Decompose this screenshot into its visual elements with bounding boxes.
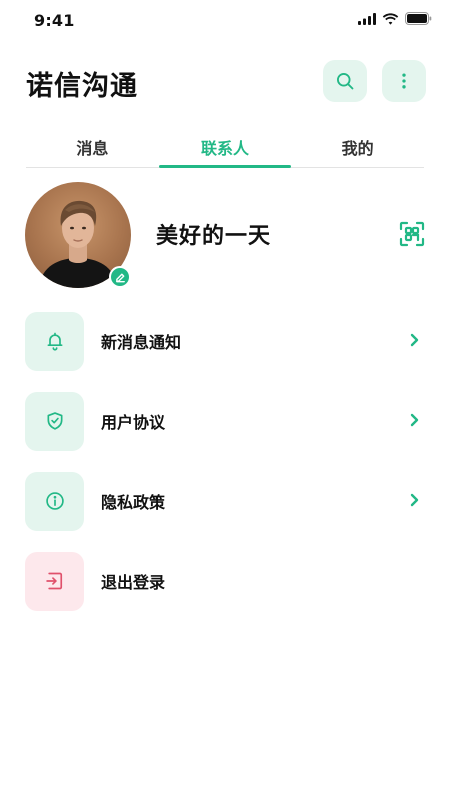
qr-code-icon[interactable] <box>399 221 425 247</box>
settings-menu: 新消息通知 用户协议 隐私政策 退出登录 <box>25 311 425 631</box>
status-bar: 9:41 <box>0 0 450 44</box>
profile-name: 美好的一天 <box>156 224 272 249</box>
menu-label: 用户协议 <box>101 413 166 432</box>
profile-card: 美好的一天 <box>25 182 425 288</box>
chevron-right-icon <box>410 413 419 427</box>
edit-avatar-button[interactable] <box>109 266 131 288</box>
more-vertical-icon <box>402 73 406 89</box>
bell-icon <box>47 332 63 351</box>
logout-icon <box>45 572 62 590</box>
wifi-icon <box>382 12 399 25</box>
battery-icon <box>405 12 432 25</box>
menu-item-logout[interactable]: 退出登录 <box>25 551 425 611</box>
shield-check-icon <box>47 412 63 430</box>
menu-item-user-agreement[interactable]: 用户协议 <box>25 391 425 451</box>
menu-icon-box <box>25 391 84 451</box>
tab-bar: 消息 联系人 我的 <box>26 126 424 168</box>
search-button[interactable] <box>323 60 367 102</box>
pencil-icon <box>115 273 125 282</box>
menu-icon-box <box>25 471 84 531</box>
menu-icon-box <box>25 311 84 371</box>
menu-label: 退出登录 <box>101 573 166 592</box>
cellular-signal-icon <box>358 12 376 25</box>
menu-label: 新消息通知 <box>101 333 182 352</box>
tab-contacts[interactable]: 联系人 <box>158 126 292 168</box>
menu-label: 隐私政策 <box>101 493 166 512</box>
chevron-right-icon <box>410 333 419 347</box>
page-title: 诺信沟通 <box>26 71 138 102</box>
menu-item-notifications[interactable]: 新消息通知 <box>25 311 425 371</box>
status-time: 9:41 <box>34 11 75 30</box>
tab-mine[interactable]: 我的 <box>291 126 424 167</box>
info-circle-icon <box>45 492 64 510</box>
more-button[interactable] <box>382 60 426 102</box>
search-icon <box>337 73 354 90</box>
menu-item-privacy-policy[interactable]: 隐私政策 <box>25 471 425 531</box>
menu-icon-box <box>25 551 84 611</box>
status-icons <box>358 12 432 25</box>
tab-messages[interactable]: 消息 <box>26 126 159 167</box>
chevron-right-icon <box>410 493 419 507</box>
